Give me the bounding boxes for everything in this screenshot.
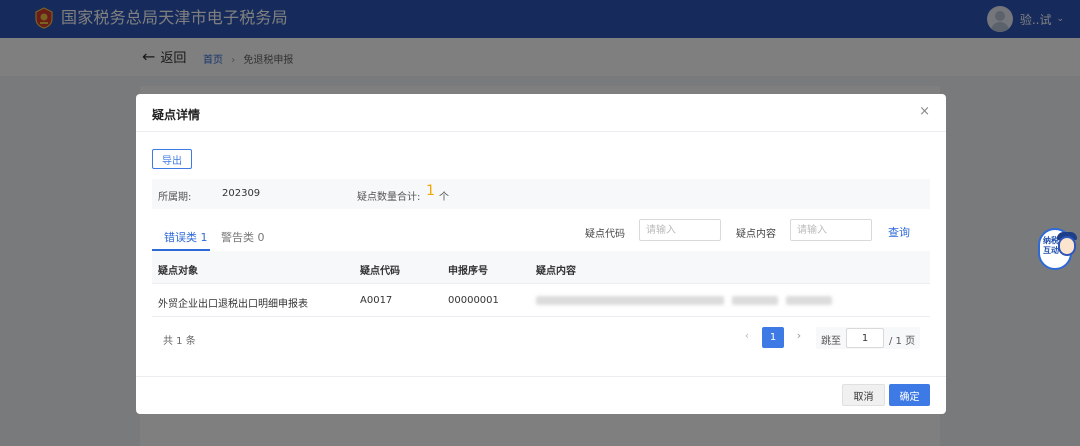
- jump-label: 跳至: [821, 336, 841, 347]
- tab-warnings[interactable]: 警告类 0: [221, 229, 265, 245]
- redacted-segment: [786, 296, 832, 305]
- doubts-table: 疑点对象 疑点代码 申报序号 疑点内容 外贸企业出口退税出口明细申报表 A001…: [152, 251, 930, 317]
- cell-object: 外贸企业出口退税出口明细申报表: [158, 299, 308, 310]
- doubt-content-input[interactable]: [790, 219, 872, 241]
- doubt-code-input[interactable]: [639, 219, 721, 241]
- period-label: 所属期:: [158, 192, 192, 203]
- next-page-button[interactable]: ›: [792, 329, 806, 342]
- total-pages: / 1 页: [889, 336, 916, 347]
- mascot-face-icon: [1058, 236, 1076, 256]
- cell-seq: 00000001: [448, 295, 499, 306]
- doubt-count-label: 疑点数量合计:: [357, 192, 421, 203]
- cancel-button[interactable]: 取消: [842, 384, 885, 406]
- period-value: 202309: [222, 188, 261, 199]
- page-number-button[interactable]: 1: [762, 327, 784, 348]
- modal-title: 疑点详情: [152, 108, 201, 122]
- prev-page-button[interactable]: ‹: [740, 329, 754, 342]
- query-button[interactable]: 查询: [888, 224, 910, 240]
- jump-page-input[interactable]: [846, 328, 884, 348]
- column-header-object: 疑点对象: [158, 266, 198, 277]
- column-header-content: 疑点内容: [536, 266, 576, 277]
- redacted-segment: [536, 296, 724, 305]
- doubt-count-value: 1: [426, 183, 435, 199]
- page-jumper: 跳至 / 1 页: [816, 327, 920, 349]
- doubt-count-unit: 个: [439, 192, 449, 203]
- tax-interaction-widget[interactable]: 纳税互动: [1038, 224, 1080, 272]
- tab-errors[interactable]: 错误类 1: [164, 229, 208, 245]
- close-icon[interactable]: ×: [919, 104, 930, 119]
- column-header-code: 疑点代码: [360, 266, 400, 277]
- confirm-button[interactable]: 确定: [889, 384, 930, 406]
- doubt-details-modal: 疑点详情 × 导出 所属期: 202309 疑点数量合计: 1 个 错误类 1 …: [136, 94, 946, 414]
- summary-bar: 所属期: 202309 疑点数量合计: 1 个: [152, 179, 930, 209]
- cell-content-redacted: [536, 296, 832, 305]
- cell-code: A0017: [360, 295, 393, 306]
- table-header: 疑点对象 疑点代码 申报序号 疑点内容: [152, 251, 930, 284]
- total-count: 共 1 条: [163, 336, 196, 347]
- redacted-segment: [732, 296, 778, 305]
- doubt-content-label: 疑点内容: [736, 229, 776, 240]
- export-button[interactable]: 导出: [152, 149, 192, 169]
- modal-header: 疑点详情 ×: [136, 94, 946, 132]
- doubt-code-label: 疑点代码: [585, 229, 625, 240]
- footer-divider: [136, 376, 946, 377]
- table-row: 外贸企业出口退税出口明细申报表 A0017 00000001: [152, 284, 930, 317]
- column-header-seq: 申报序号: [448, 266, 488, 277]
